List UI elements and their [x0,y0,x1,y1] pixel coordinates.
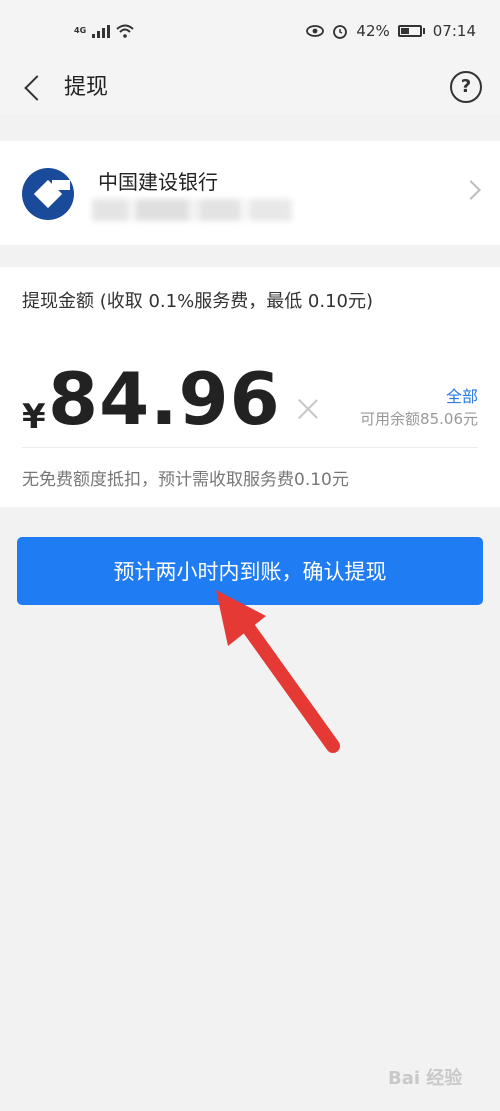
battery-percent: 42% [356,22,390,40]
network-type: 4G [74,26,87,35]
divider [22,447,478,448]
question-circle-icon[interactable]: ? [450,71,482,103]
page-title: 提现 [64,75,109,100]
signal-icon [92,24,111,38]
eye-icon [306,25,325,37]
status-right: 42% 07:14 [306,22,476,40]
battery-icon [397,25,425,37]
bank-name: 中国建设银行 [98,170,218,194]
withdraw-amount-card: 提现金额 (收取 0.1%服务费，最低 0.10元) ¥ 84.96 全部 可用… [0,267,500,507]
withdraw-all-link[interactable]: 全部 [446,383,478,407]
ccb-logo-icon [22,168,74,220]
bank-card-selector[interactable]: 中国建设银行 [0,141,500,245]
back-chevron-icon[interactable] [22,72,46,104]
withdraw-amount-label: 提现金额 (收取 0.1%服务费，最低 0.10元) [22,291,374,312]
clock-time: 07:14 [432,22,476,40]
alarm-icon [333,25,348,39]
amount-input[interactable]: 84.96 [48,357,281,441]
clear-x-icon[interactable] [295,396,321,422]
chevron-right-icon [461,180,481,200]
confirm-withdraw-button[interactable]: 预计两小时内到账，确认提现 [17,537,483,605]
wifi-icon [116,24,134,38]
status-left: 4G [74,24,134,38]
currency-symbol: ¥ [22,397,46,437]
fee-note: 无免费额度抵扣，预计需收取服务费0.10元 [22,470,349,490]
page-header: 提现 ? [0,62,500,114]
status-bar: 4G 42% 07:14 [0,0,500,62]
available-balance: 可用余额85.06元 [360,410,478,428]
baidu-watermark: Bai 经验 [388,1068,463,1089]
card-number-blurred [92,199,292,221]
